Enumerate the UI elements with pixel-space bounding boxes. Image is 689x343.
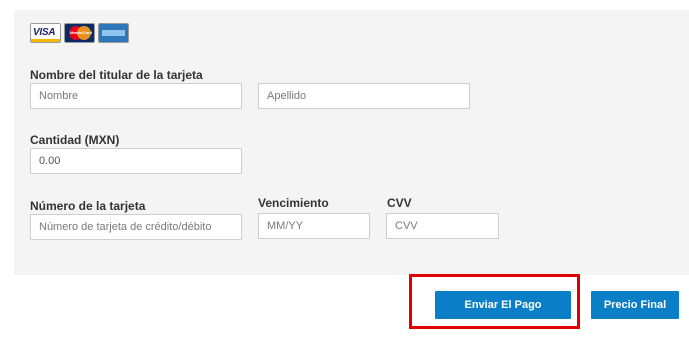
amount-input[interactable] [30, 148, 242, 174]
expiration-label: Vencimiento [258, 196, 329, 210]
first-name-input[interactable] [30, 83, 242, 109]
cvv-label: CVV [387, 196, 412, 210]
accepted-cards: VISA MasterCard [30, 23, 129, 43]
mastercard-label: MasterCard [70, 30, 93, 35]
last-name-input[interactable] [258, 83, 470, 109]
cardholder-label: Nombre del titular de la tarjeta [30, 68, 203, 82]
amount-label: Cantidad (MXN) [30, 133, 120, 147]
expiration-input[interactable] [258, 213, 370, 239]
amex-icon [98, 23, 129, 43]
visa-label: VISA [33, 27, 56, 38]
final-price-button[interactable]: Precio Final [591, 291, 679, 319]
mastercard-icon: MasterCard [64, 23, 95, 43]
send-payment-button[interactable]: Enviar El Pago [435, 291, 571, 319]
card-number-label: Número de la tarjeta [30, 199, 146, 213]
cvv-input[interactable] [386, 213, 499, 239]
visa-icon: VISA [30, 23, 61, 43]
card-number-input[interactable] [30, 214, 242, 240]
